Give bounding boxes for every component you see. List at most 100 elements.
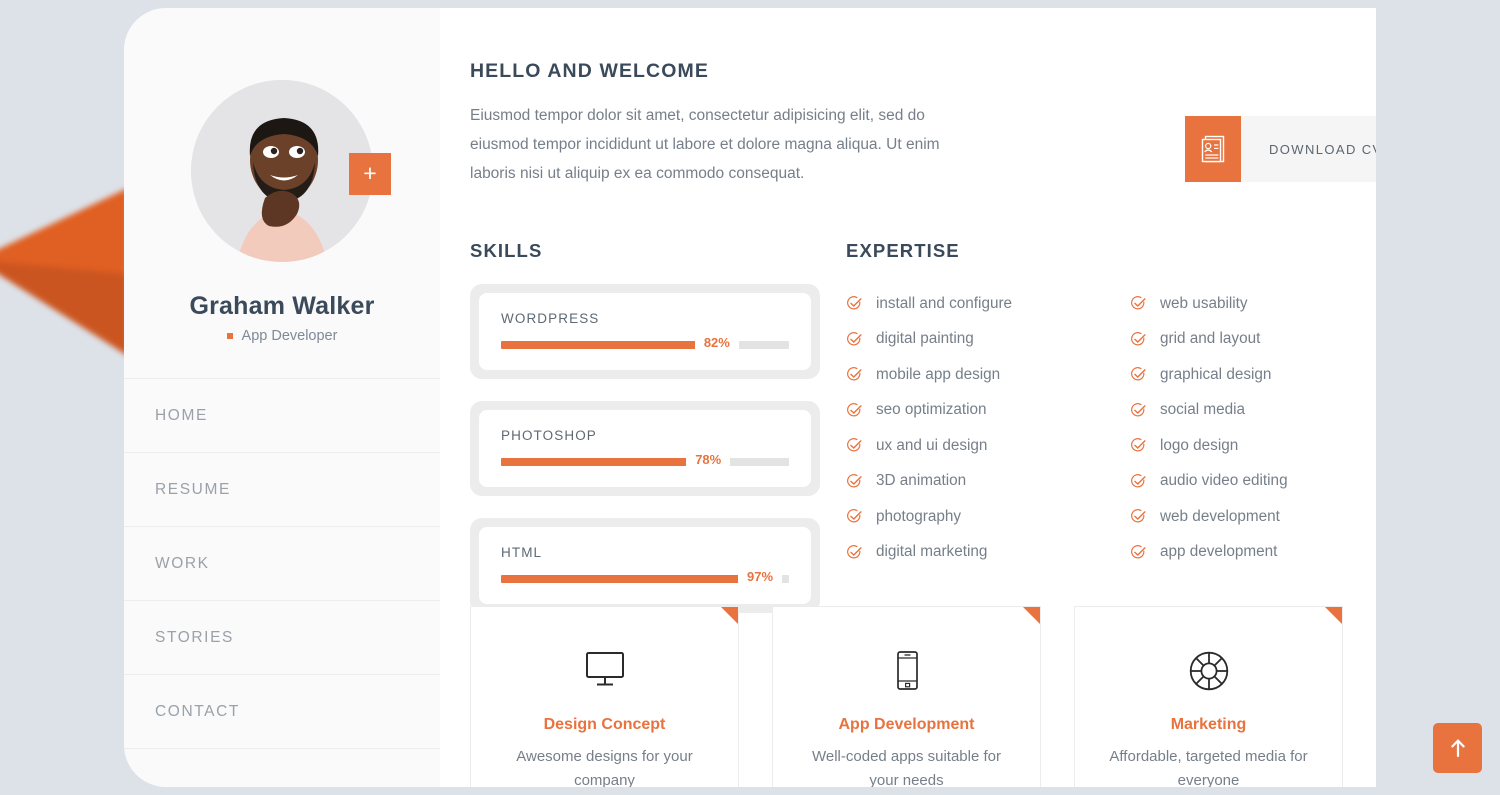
list-item-label: digital marketing [876,543,988,561]
list-item-label: grid and layout [1160,330,1261,348]
skill-percent: 82% [694,331,739,354]
services-row: Design Concept Awesome designs for your … [470,606,1343,787]
list-item: photography [846,499,1086,535]
list-item: audio video editing [1130,464,1370,500]
skills-heading: SKILLS [470,240,543,261]
check-circle-icon [847,544,862,559]
list-item-label: graphical design [1160,365,1272,383]
list-item-label: install and configure [876,294,1013,312]
list-item-label: social media [1160,401,1246,419]
skill-name: WORDPRESS [501,311,600,326]
skill-progress-bar[interactable]: 82% [501,331,789,354]
skill-progress-bar[interactable]: 78% [501,448,789,471]
list-item-label: ux and ui design [876,436,988,454]
expertise-list-right: web usability grid and layout graphical … [1130,286,1370,570]
check-circle-icon [847,509,862,523]
check-circle-icon [1131,402,1146,417]
expertise-section: EXPERTISE install and configure digital … [846,240,1376,570]
download-cv-button[interactable]: DOWNLOAD CV [1185,116,1376,182]
check-circle-icon [847,331,862,346]
service-description: Awesome designs for your company [516,748,693,787]
list-item: 3D animation [846,464,1086,500]
download-cv-label: DOWNLOAD CV [1269,141,1376,157]
list-item: install and configure [846,286,1086,322]
check-circle-icon [1131,544,1146,559]
skills-expertise-row: SKILLS WORDPRESS 82% PHOTOSHOP 78% HTML … [470,240,1376,613]
skill-percent: 78% [686,448,731,471]
service-title: Design Concept [543,716,666,733]
list-item: grid and layout [1130,322,1370,358]
skill-card-html: HTML 97% [470,518,820,613]
skill-progress-bar[interactable]: 97% [501,565,789,588]
list-item: graphical design [1130,357,1370,393]
skills-section: SKILLS WORDPRESS 82% PHOTOSHOP 78% HTML … [470,240,820,613]
list-item: ux and ui design [846,428,1086,464]
list-item: mobile app design [846,357,1086,393]
check-circle-icon [1131,509,1146,523]
service-title: App Development [838,716,975,733]
check-circle-icon [1131,331,1146,346]
intro-paragraph: Eiusmod tempor dolor sit amet, consectet… [470,107,940,182]
check-circle-icon [847,402,862,417]
scroll-to-top-button[interactable] [1433,723,1482,773]
list-item: web development [1130,499,1370,535]
list-item-label: logo design [1160,436,1239,454]
check-circle-icon [1131,296,1146,310]
service-description: Well-coded apps suitable for your needs [812,748,1001,787]
expertise-heading: EXPERTISE [846,240,960,261]
check-circle-icon [847,438,862,452]
role-bullet-icon [226,333,233,339]
sidebar-nav: HOME RESUME WORK STORIES CONTACT [124,378,440,749]
lifebuoy-icon [1075,650,1342,691]
person-name: Graham Walker [189,292,375,320]
sidebar-item-stories[interactable]: STORIES [124,601,440,675]
monitor-icon [471,650,738,690]
decorative-arrow-shape [0,188,128,356]
skill-percent: 97% [738,565,783,588]
list-item: web usability [1130,286,1370,322]
skill-name: PHOTOSHOP [501,428,597,443]
list-item-label: digital painting [876,330,974,348]
sidebar-item-contact[interactable]: CONTACT [124,675,440,749]
list-item-label: seo optimization [876,401,987,419]
arrow-up-icon [1450,739,1465,758]
list-item-label: 3D animation [876,472,967,490]
progress-fill [501,458,689,466]
expertise-list-left: install and configure digital painting m… [846,286,1086,570]
sidebar-item-resume[interactable]: RESUME [124,453,440,527]
service-title: Marketing [1170,716,1247,733]
skill-name: HTML [501,545,543,560]
progress-fill [501,341,697,349]
check-circle-icon [847,473,862,488]
check-circle-icon [847,296,862,310]
check-circle-icon [1131,367,1146,381]
progress-fill [501,575,741,583]
service-card-marketing[interactable]: Marketing Affordable, targeted media for… [1074,606,1343,787]
person-role-row: App Developer [124,328,440,344]
page-title: HELLO AND WELCOME [470,60,709,82]
add-profile-button[interactable]: + [349,153,391,195]
service-card-app-development[interactable]: App Development Well-coded apps suitable… [772,606,1041,787]
list-item: digital painting [846,322,1086,358]
cv-document-icon [1185,116,1241,182]
avatar [191,80,373,262]
check-circle-icon [1131,438,1146,452]
smartphone-icon [773,650,1040,690]
list-item: seo optimization [846,393,1086,429]
list-item-label: audio video editing [1160,472,1288,490]
sidebar-item-home[interactable]: HOME [124,379,440,453]
corner-ribbon-icon [721,607,738,624]
sidebar-item-work[interactable]: WORK [124,527,440,601]
skill-card-wordpress: WORDPRESS 82% [470,284,820,379]
list-item-label: app development [1160,543,1278,561]
service-description: Affordable, targeted media for everyone [1109,748,1308,787]
check-circle-icon [847,367,862,381]
list-item: app development [1130,535,1370,571]
list-item: logo design [1130,428,1370,464]
corner-ribbon-icon [1325,607,1342,624]
list-item-label: web development [1160,507,1280,525]
list-item-label: photography [876,507,962,525]
service-card-design-concept[interactable]: Design Concept Awesome designs for your … [470,606,739,787]
skill-card-photoshop: PHOTOSHOP 78% [470,401,820,496]
page-root: + Graham Walker App Developer HOME RESUM… [0,0,1500,795]
